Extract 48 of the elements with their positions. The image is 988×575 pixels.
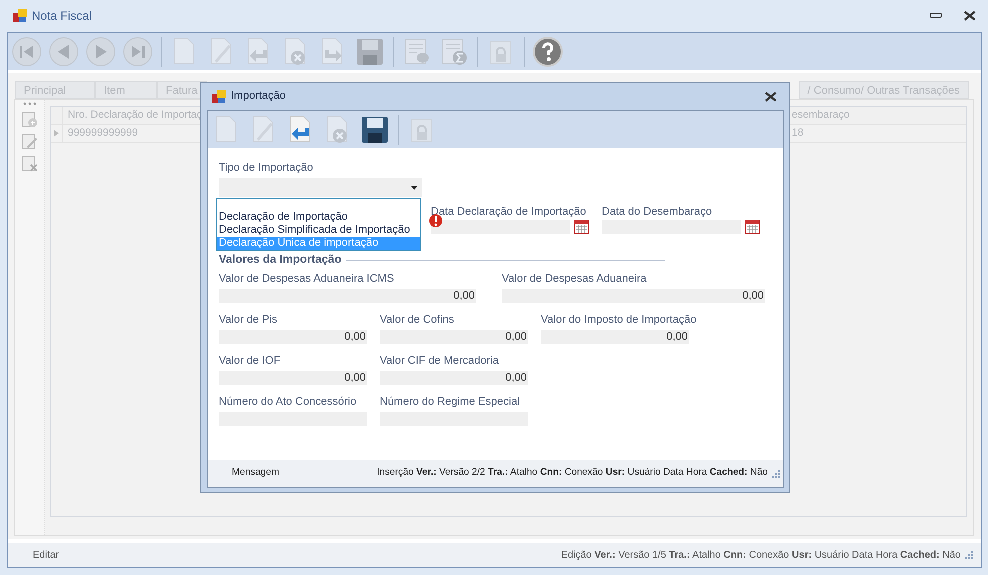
resize-grip-icon[interactable] [965,551,973,559]
window-title: Nota Fiscal [32,8,92,25]
status-message: Editar [33,548,60,562]
number-field[interactable]: 0,00 [219,330,367,344]
field-label: Valor de Despesas Aduaneira ICMS [219,273,396,286]
field-label: Data Declaração de Importação [431,206,588,219]
number-field[interactable]: 0,00 [541,330,689,344]
app-icon [12,8,28,24]
field-label: Número do Regime Especial [380,396,522,410]
pencil-document-icon[interactable] [22,134,38,150]
help-icon[interactable] [532,36,564,68]
add-document-icon[interactable] [22,112,38,128]
field-label: Número do Ato Concessório [219,396,358,410]
field-label: Valor de Despesas Aduaneira [502,273,648,286]
row-pointer-icon [54,130,59,137]
field-label: Valor de Pis [219,314,278,328]
table-cell-text: 18 [791,126,805,141]
number-field[interactable]: 0,00 [502,289,765,304]
field-label: Valor de Cofins [380,314,456,328]
more-icon[interactable] [22,102,36,106]
table-cell-text: 999999999999 [67,126,140,141]
number-field[interactable]: 0,00 [219,371,367,386]
number-field[interactable]: 0,00 [219,289,476,304]
dialog-status-message: Mensagem [232,466,280,480]
close-icon[interactable] [964,11,976,21]
close-icon[interactable] [765,92,777,102]
caret-icon [411,186,418,190]
number-field[interactable]: 0,00 [380,330,528,344]
number-field[interactable]: 0,00 [380,371,528,386]
calendar-icon[interactable] [745,220,760,234]
status-info: Edição Ver.: Versão 1/5 Tra.: Atalho Cnn: Conexão Usr: Usuário Data Hora Cached: Não [561,548,961,562]
dialog-status-info: Inserção Ver.: Versão 2/2 Tra.: Atalho Cnn: Conexão Usr: Usuário Data Hora Cached: Não [377,466,768,480]
dropdown-option[interactable]: Declaração de Importação [217,211,420,224]
field-label: Valor do Imposto de Importação [541,314,697,328]
calendar-icon[interactable] [574,220,589,234]
section-title: Valores da Importação [219,253,342,268]
import-type-dropdown[interactable] [219,178,422,197]
field-label: Valor de IOF [219,355,282,368]
date-field[interactable] [431,220,570,234]
app-icon [211,88,227,104]
dialog-title: Importação [231,89,286,104]
resize-grip-icon[interactable] [772,470,780,478]
field-label: Valor CIF de Mercadoria [380,355,500,368]
field-label: Tipo de Importação [219,162,314,175]
delete-document-icon[interactable] [22,156,38,172]
dropdown-option[interactable]: Declaração Simplificada de Importação [217,224,420,237]
minimize-icon[interactable] [930,13,942,19]
field-label: Data do Desembaraço [602,206,714,219]
